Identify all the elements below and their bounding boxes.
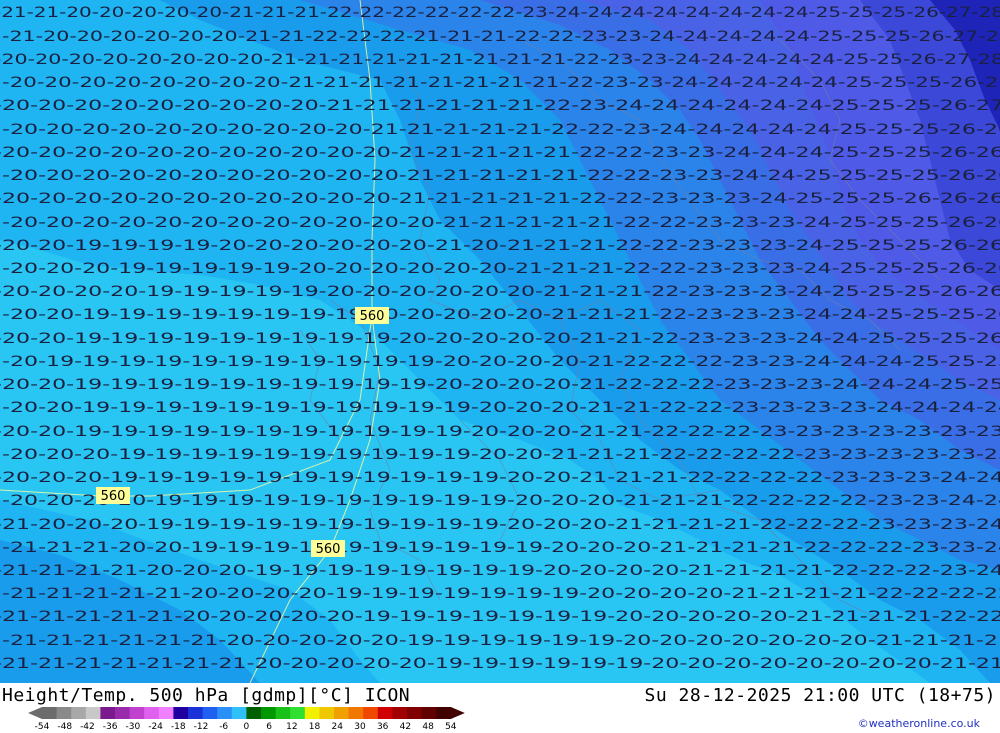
- weather-map: -21-21-20-20-20-20-20-21-21-21-22-22-22-…: [0, 0, 1000, 683]
- isotherm-row: -20-20-19-19-19-19-20-20-20-20-20-20-21-…: [0, 238, 1000, 254]
- legend-swatch: [71, 707, 87, 719]
- legend-swatch: [115, 707, 131, 719]
- isotherm-row: -20-20-20-19-19-19-19-19-19-19-19-19-19-…: [2, 447, 1000, 463]
- legend-swatch: [85, 707, 101, 719]
- isotherm-row: -21-21-21-20-20-19-19-19-19-19-19-19-19-…: [2, 540, 1000, 556]
- legend-ticks: -54 -48 -42 -36 -30 -24 -18 -12 -6 0 6 12 18 24 30 36 42…: [35, 722, 457, 730]
- legend-swatch: [246, 707, 262, 719]
- legend-swatch: [56, 707, 72, 719]
- isotherm-row: -21-21-21-21-21-20-20-20-20-20-19-19-19-…: [0, 609, 1000, 625]
- isotherm-row: -20-20-19-19-19-19-19-19-19-19-19-19-19-…: [0, 424, 1000, 440]
- isotherm-row: -21-21-20-20-20-20-20-21-21-21-22-22-22-…: [0, 5, 1000, 21]
- legend-swatch: [290, 707, 306, 719]
- height-label-3: 560: [311, 540, 345, 557]
- legend-swatch: [173, 707, 189, 719]
- legend-tick-label: -12: [194, 722, 209, 730]
- map-title: Height/Temp. 500 hPa [gdmp][°C] ICON: [2, 685, 411, 706]
- isotherm-row: -20-20-20-20-20-20-20-20-21-21-21-21-21-…: [0, 52, 1000, 68]
- legend-swatch: [100, 707, 116, 719]
- legend-swatch: [158, 707, 174, 719]
- legend-tick-label: -48: [57, 722, 72, 730]
- isotherm-row: -21-20-20-20-19-19-19-19-19-19-19-19-19-…: [0, 517, 1000, 533]
- legend-tick-label: -54: [35, 722, 50, 730]
- legend-swatch: [377, 707, 393, 719]
- legend-tick-label: -36: [103, 722, 118, 730]
- isotherm-row: -20-20-20-20-19-19-19-19-19-19-19-19-19-…: [2, 493, 1000, 509]
- isotherm-row: -20-20-20-20-20-20-20-20-20-21-21-21-21-…: [0, 98, 1000, 114]
- legend-tick-label: 42: [400, 722, 411, 730]
- legend-tick-label: -30: [125, 722, 140, 730]
- legend-tick-label: -24: [148, 722, 163, 730]
- isotherm-row: -20-20-20-20-20-20-20-20-20-20-20-21-21-…: [2, 168, 1000, 184]
- height-label-1: 560: [355, 307, 389, 324]
- isotherm-row: -20-20-20-20-20-20-20-20-21-21-21-21-21-…: [2, 75, 1000, 91]
- legend-tick-label: 30: [354, 722, 366, 730]
- legend-tick-label: -42: [80, 722, 95, 730]
- isotherm-row: -20-20-19-19-19-19-19-19-19-19-19-19-19-…: [2, 400, 1000, 416]
- map-footer: Height/Temp. 500 hPa [gdmp][°C] ICON Su …: [0, 683, 1000, 733]
- legend-swatch: [202, 707, 218, 719]
- legend-swatch: [217, 707, 233, 719]
- color-legend: -54 -48 -42 -36 -30 -24 -18 -12 -6 0 6 12 18 24 30 36 42…: [28, 707, 465, 730]
- legend-tick-label: 6: [266, 722, 272, 730]
- height-label-text-2: 560: [101, 489, 126, 504]
- legend-tick-label: 12: [286, 722, 297, 730]
- isotherm-row: -20-20-20-20-20-20-20-20-20-20-20-21-21-…: [0, 145, 1000, 161]
- valid-time: Su 28-12-2025 21:00 UTC (18+75): [644, 685, 996, 706]
- legend-swatch: [129, 707, 145, 719]
- isotherm-row: -20-19-19-19-19-19-19-19-19-19-19-19-20-…: [2, 354, 1000, 370]
- legend-swatch: [42, 707, 58, 719]
- isotherm-row: -20-20-19-19-19-19-19-19-19-19-20-20-20-…: [2, 307, 1000, 323]
- legend-swatch: [275, 707, 291, 719]
- legend-swatch: [421, 707, 437, 719]
- height-label-text-3: 560: [316, 542, 341, 557]
- legend-tick-label: 24: [332, 722, 344, 730]
- isotherm-row: -21-21-21-21-21-21-21-20-20-20-20-20-19-…: [0, 656, 1000, 672]
- legend-tick-label: -18: [171, 722, 186, 730]
- legend-swatch: [392, 707, 408, 719]
- map-canvas: -21-21-20-20-20-20-20-21-21-21-22-22-22-…: [0, 0, 1000, 683]
- legend-swatch: [188, 707, 204, 719]
- isotherm-row: -20-20-20-20-20-20-20-20-20-20-20-20-21-…: [2, 215, 1000, 231]
- legend-swatch: [304, 707, 320, 719]
- legend-arrow-left: [28, 707, 42, 719]
- isotherm-row: -20-20-20-19-19-19-19-19-20-20-20-20-20-…: [2, 261, 1000, 277]
- legend-arrow-right: [450, 707, 465, 719]
- isotherm-row: -21-21-21-21-21-20-20-20-20-19-19-19-19-…: [2, 586, 1000, 602]
- legend-swatch: [319, 707, 335, 719]
- legend-swatch: [407, 707, 423, 719]
- legend-tick-label: 48: [422, 722, 434, 730]
- isotherm-row: -21-21-21-21-21-21-20-20-20-20-20-19-19-…: [2, 633, 1000, 649]
- isotherm-row: -20-20-20-19-19-19-19-19-19-19-19-19-19-…: [0, 470, 1000, 486]
- isotherm-labels: -21-21-20-20-20-20-20-21-21-21-22-22-22-…: [0, 5, 1000, 672]
- legend-swatches: [28, 707, 465, 719]
- legend-swatch: [436, 707, 452, 719]
- legend-tick-label: 54: [445, 722, 457, 730]
- isotherm-row: -21-21-21-21-20-20-20-19-19-19-19-19-19-…: [0, 563, 1000, 579]
- isotherm-row: -20-20-20-20-19-19-19-19-19-20-20-20-20-…: [0, 284, 1000, 300]
- isotherm-row: -21-20-20-20-20-20-20-21-21-22-22-22-21-…: [2, 29, 1000, 45]
- legend-swatch: [363, 707, 379, 719]
- legend-tick-label: 36: [377, 722, 389, 730]
- legend-swatch: [261, 707, 277, 719]
- isotherm-row: -20-20-20-20-20-20-20-20-20-20-21-21-21-…: [2, 122, 1000, 138]
- legend-tick-label: 0: [244, 722, 250, 730]
- credit-link[interactable]: ©weatheronline.co.uk: [858, 717, 980, 730]
- height-label-2: 560: [96, 487, 130, 504]
- isotherm-row: -20-20-19-19-19-19-19-19-19-19-19-19-20-…: [0, 377, 1000, 393]
- height-label-text-1: 560: [360, 309, 385, 324]
- legend-swatch: [144, 707, 160, 719]
- legend-tick-label: -6: [219, 722, 228, 730]
- isotherm-row: -20-20-19-19-19-19-19-19-19-19-19-20-20-…: [0, 331, 1000, 347]
- isotherm-row: -20-20-20-20-20-20-20-20-20-20-20-21-21-…: [0, 191, 1000, 207]
- legend-swatch: [231, 707, 247, 719]
- legend-tick-label: 18: [309, 722, 321, 730]
- legend-swatch: [348, 707, 364, 719]
- legend-swatch: [334, 707, 350, 719]
